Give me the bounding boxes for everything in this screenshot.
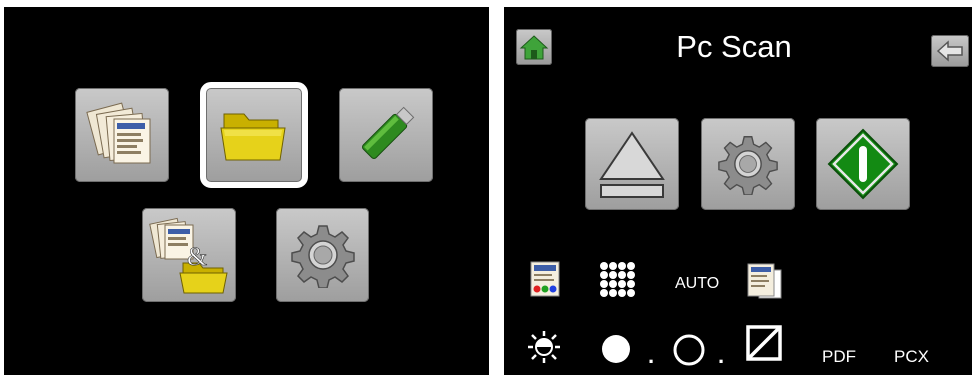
hollow-circle-icon: [673, 334, 705, 366]
documents-icon: [86, 102, 151, 164]
brightness-option[interactable]: [526, 329, 562, 370]
pdf-format-label[interactable]: PDF: [822, 347, 856, 367]
pc-scan-panel: Pc Scan AUTO . . PDF PCX: [504, 7, 972, 375]
light-level-option[interactable]: [672, 333, 706, 372]
color-document-icon: [530, 261, 560, 297]
svg-text:&: &: [187, 242, 207, 271]
pcx-format-label[interactable]: PCX: [894, 347, 929, 367]
gear-icon: [718, 136, 778, 195]
document-type-option[interactable]: [745, 260, 785, 307]
dot-grid-icon: [600, 262, 635, 297]
folder-icon: [220, 113, 286, 161]
auto-option-label[interactable]: AUTO: [675, 275, 719, 293]
eject-button[interactable]: [585, 118, 679, 210]
brightness-icon: [528, 331, 560, 363]
start-button[interactable]: [816, 118, 910, 210]
gear-icon: [290, 225, 355, 288]
scan-to-pc-tile[interactable]: [75, 88, 169, 182]
scan-to-folder-tile[interactable]: [200, 82, 308, 188]
resolution-option[interactable]: [599, 261, 637, 304]
home-icon: [519, 35, 549, 60]
dot-separator: .: [648, 343, 655, 368]
start-icon: [827, 128, 899, 200]
scan-to-pc-and-folder-tile[interactable]: &: [142, 208, 236, 302]
contrast-option[interactable]: [745, 324, 783, 367]
scan-settings-button[interactable]: [701, 118, 795, 210]
documents-and-folder-icon: &: [149, 217, 228, 294]
filled-circle-icon: [602, 335, 630, 363]
contrast-box-icon: [746, 325, 782, 361]
usb-drive-icon: [361, 106, 415, 160]
page-title: Pc Scan: [676, 29, 792, 64]
color-mode-option[interactable]: [529, 260, 563, 305]
settings-tile[interactable]: [276, 208, 369, 302]
dark-level-option[interactable]: [600, 333, 632, 370]
document-stack-icon: [747, 263, 782, 299]
eject-icon: [599, 131, 665, 198]
scan-to-usb-tile[interactable]: [339, 88, 433, 182]
back-arrow-icon: [936, 40, 963, 62]
back-button[interactable]: [931, 35, 969, 67]
home-button[interactable]: [516, 29, 552, 65]
dot-separator: .: [718, 343, 725, 368]
main-menu-panel: &: [4, 7, 489, 375]
